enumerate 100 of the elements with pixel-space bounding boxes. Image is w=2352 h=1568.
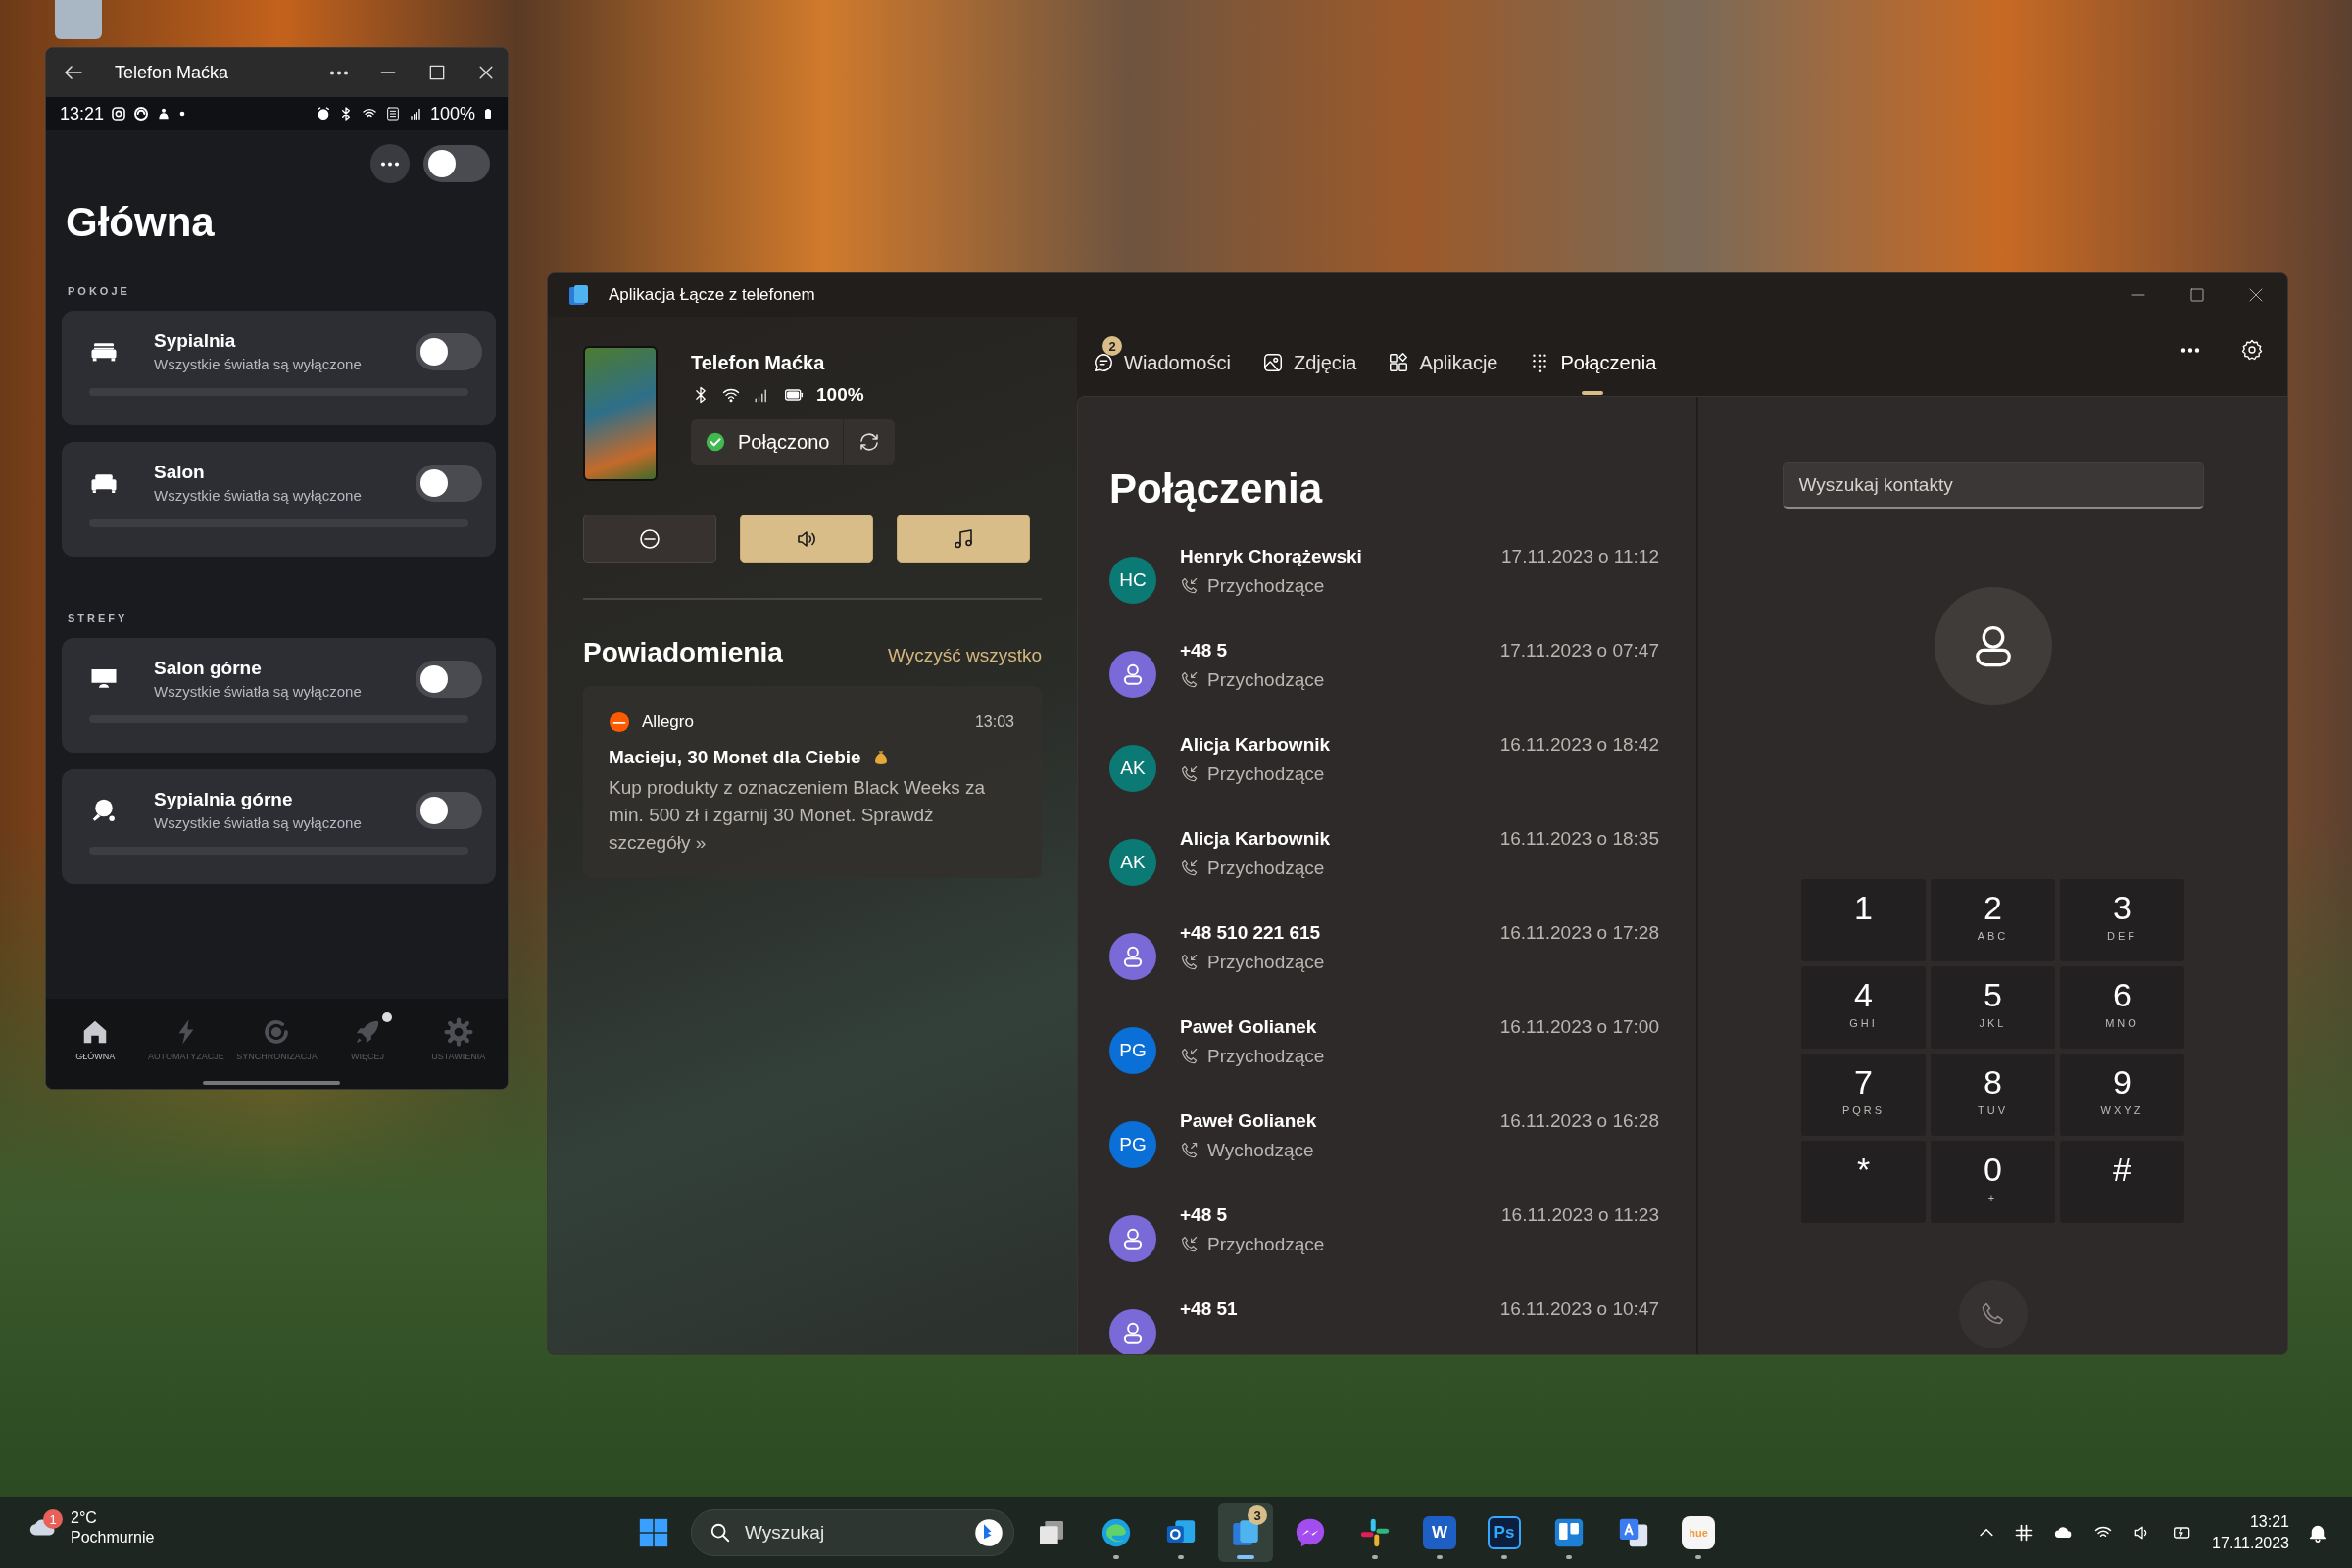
dial-key[interactable]: 5 JKL <box>1931 966 2055 1049</box>
more-button[interactable] <box>370 144 410 183</box>
status-text: Połączono <box>738 430 830 454</box>
toggle-switch[interactable] <box>416 660 482 698</box>
running-indicator <box>1178 1555 1184 1559</box>
dial-key[interactable]: # <box>2060 1141 2184 1223</box>
dial-key[interactable]: 9 WXYZ <box>2060 1054 2184 1136</box>
app-name: Allegro <box>642 712 695 732</box>
toggle-switch[interactable] <box>423 145 490 182</box>
room-name: Salon górne <box>154 658 262 679</box>
taskbar-app-button[interactable]: 3 <box>1218 1503 1273 1562</box>
outgoing-call-icon <box>1180 1141 1200 1160</box>
search-icon <box>710 1522 731 1544</box>
call-type: Przychodzące <box>1207 858 1325 879</box>
notification-time: 13:03 <box>974 713 1014 731</box>
gear-icon <box>443 1016 473 1047</box>
nav-tab[interactable]: Wiadomości 2 <box>1077 338 1247 395</box>
incoming-call-icon <box>1180 858 1200 878</box>
dial-key[interactable]: 4 GHI <box>1801 966 1926 1049</box>
battery-level: 100% <box>429 103 475 124</box>
caller-name: Henryk Chorążewski <box>1180 546 1362 567</box>
search-field[interactable]: Wyszukaj <box>691 1509 1014 1556</box>
running-indicator <box>1437 1555 1443 1559</box>
room-card[interactable]: Sypialnia górne Wszystkie światła są wyłączone <box>62 769 496 884</box>
incoming-call-icon <box>1180 953 1200 972</box>
caller-name: Alicja Karbownik <box>1180 828 1331 850</box>
close-icon[interactable] <box>2248 287 2264 303</box>
apps-grid-icon <box>1388 352 1410 373</box>
call-type: Przychodzące <box>1207 669 1325 691</box>
alarm-icon <box>315 106 331 122</box>
room-card[interactable]: Salon Wszystkie światła są wyłączone <box>62 442 496 557</box>
section-title: Powiadomienia <box>583 637 783 668</box>
contact-avatar: HC <box>1109 557 1156 604</box>
dial-key[interactable]: 6 MNO <box>2060 966 2184 1049</box>
window-title: Aplikacja Łącze z telefonem <box>609 285 816 305</box>
dial-key[interactable]: 7 PQRS <box>1801 1054 1926 1136</box>
contact-avatar: PG <box>1109 1121 1156 1168</box>
contact-avatar: AK <box>1109 745 1156 792</box>
room-status: Wszystkie światła są wyłączone <box>154 814 362 831</box>
call-time: 16.11.2023 o 18:42 <box>1499 734 1659 756</box>
do-not-disturb-icon <box>638 526 662 551</box>
call-time: 16.11.2023 o 10:47 <box>1499 1298 1659 1320</box>
taskbar-app-button[interactable]: W <box>1412 1503 1467 1562</box>
page-title: Główna <box>66 199 216 246</box>
clock-date: 17.11.2023 <box>2212 1535 2289 1552</box>
call-type: Przychodzące <box>1207 1234 1325 1255</box>
chat-app-icon <box>1294 1516 1327 1549</box>
call-time: 16.11.2023 o 18:35 <box>1499 828 1659 850</box>
room-name: Sypialnia górne <box>154 789 293 810</box>
running-indicator <box>1566 1555 1572 1559</box>
dial-key[interactable]: 8 TUV <box>1931 1054 2055 1136</box>
call-time: 17.11.2023 o 11:12 <box>1501 546 1659 567</box>
bing-chat-icon[interactable] <box>974 1518 1004 1547</box>
app-icon: Ps <box>1488 1516 1521 1549</box>
incoming-call-icon <box>1180 1047 1200 1066</box>
more-options-icon[interactable] <box>2180 347 2201 353</box>
picture-icon <box>1261 352 1284 373</box>
search-input[interactable]: Wyszukaj <box>743 1521 962 1544</box>
windows-logo-icon <box>637 1516 670 1549</box>
caller-name: Paweł Golianek <box>1180 1016 1317 1038</box>
incoming-call-icon <box>1180 576 1200 596</box>
dial-key[interactable]: 0 + <box>1931 1141 2055 1223</box>
contact-search-field[interactable]: Wyszukaj kontakty <box>1782 462 2204 509</box>
toggle-switch[interactable] <box>416 332 482 370</box>
dial-key[interactable]: 1 <box>1801 879 1926 961</box>
running-indicator <box>1695 1555 1701 1559</box>
room-card[interactable]: Salon górne Wszystkie światła są wyłączone <box>62 638 496 753</box>
room-card[interactable]: Sypialnia Wszystkie światła są wyłączone <box>62 311 496 425</box>
nav-tab[interactable]: Połączenia <box>1513 338 1673 395</box>
quick-action-button[interactable] <box>897 514 1030 563</box>
nav-tab[interactable]: Zdjęcia <box>1246 338 1373 395</box>
call-type: Przychodzące <box>1207 575 1325 597</box>
taskbar-app-button[interactable]: Ps <box>1477 1503 1532 1562</box>
notification-title: Macieju, 30 Monet dla Ciebie <box>609 747 861 768</box>
dial-key[interactable]: 3 DEF <box>2060 879 2184 961</box>
device-name: Telefon Maćka <box>691 352 825 374</box>
settings-icon[interactable] <box>2240 338 2264 362</box>
clear-all-link[interactable]: Wyczyść wszystko <box>887 645 1042 666</box>
incoming-call-icon <box>1180 764 1200 784</box>
caller-name: +48 51 <box>1180 1298 1238 1320</box>
caller-name: +48 5 <box>1180 640 1228 662</box>
running-indicator <box>1237 1555 1254 1559</box>
caller-name: Alicja Karbownik <box>1180 734 1331 756</box>
dial-key[interactable]: * <box>1801 1141 1926 1223</box>
section-heading: POKOJE <box>68 285 131 297</box>
more-options-icon[interactable] <box>329 70 349 75</box>
notification-card[interactable]: Allegro 13:03 Macieju, 30 Monet dla Ciebie Kup produkty z oznaczeniem Black Weeks za min. 500 zł i zgarnij 30 Monet. Sprawdź szczegóły » <box>583 686 1042 878</box>
toggle-switch[interactable] <box>416 464 482 502</box>
toggle-switch[interactable] <box>416 791 482 829</box>
caller-name: +48 510 221 615 <box>1180 922 1321 944</box>
app-icon: hue <box>1682 1516 1715 1549</box>
caller-name: Paweł Golianek <box>1180 1110 1317 1132</box>
maximize-icon[interactable] <box>427 63 447 82</box>
board-app-icon <box>1552 1516 1586 1549</box>
count-badge: 3 <box>1248 1505 1267 1525</box>
more-icon <box>380 161 400 167</box>
dial-key[interactable]: 2 ABC <box>1931 879 2055 961</box>
nav-tab[interactable]: Aplikacje <box>1372 338 1514 395</box>
nav-tab[interactable]: GŁÓWNA <box>51 1016 140 1061</box>
call-time: 17.11.2023 o 07:47 <box>1499 640 1659 662</box>
